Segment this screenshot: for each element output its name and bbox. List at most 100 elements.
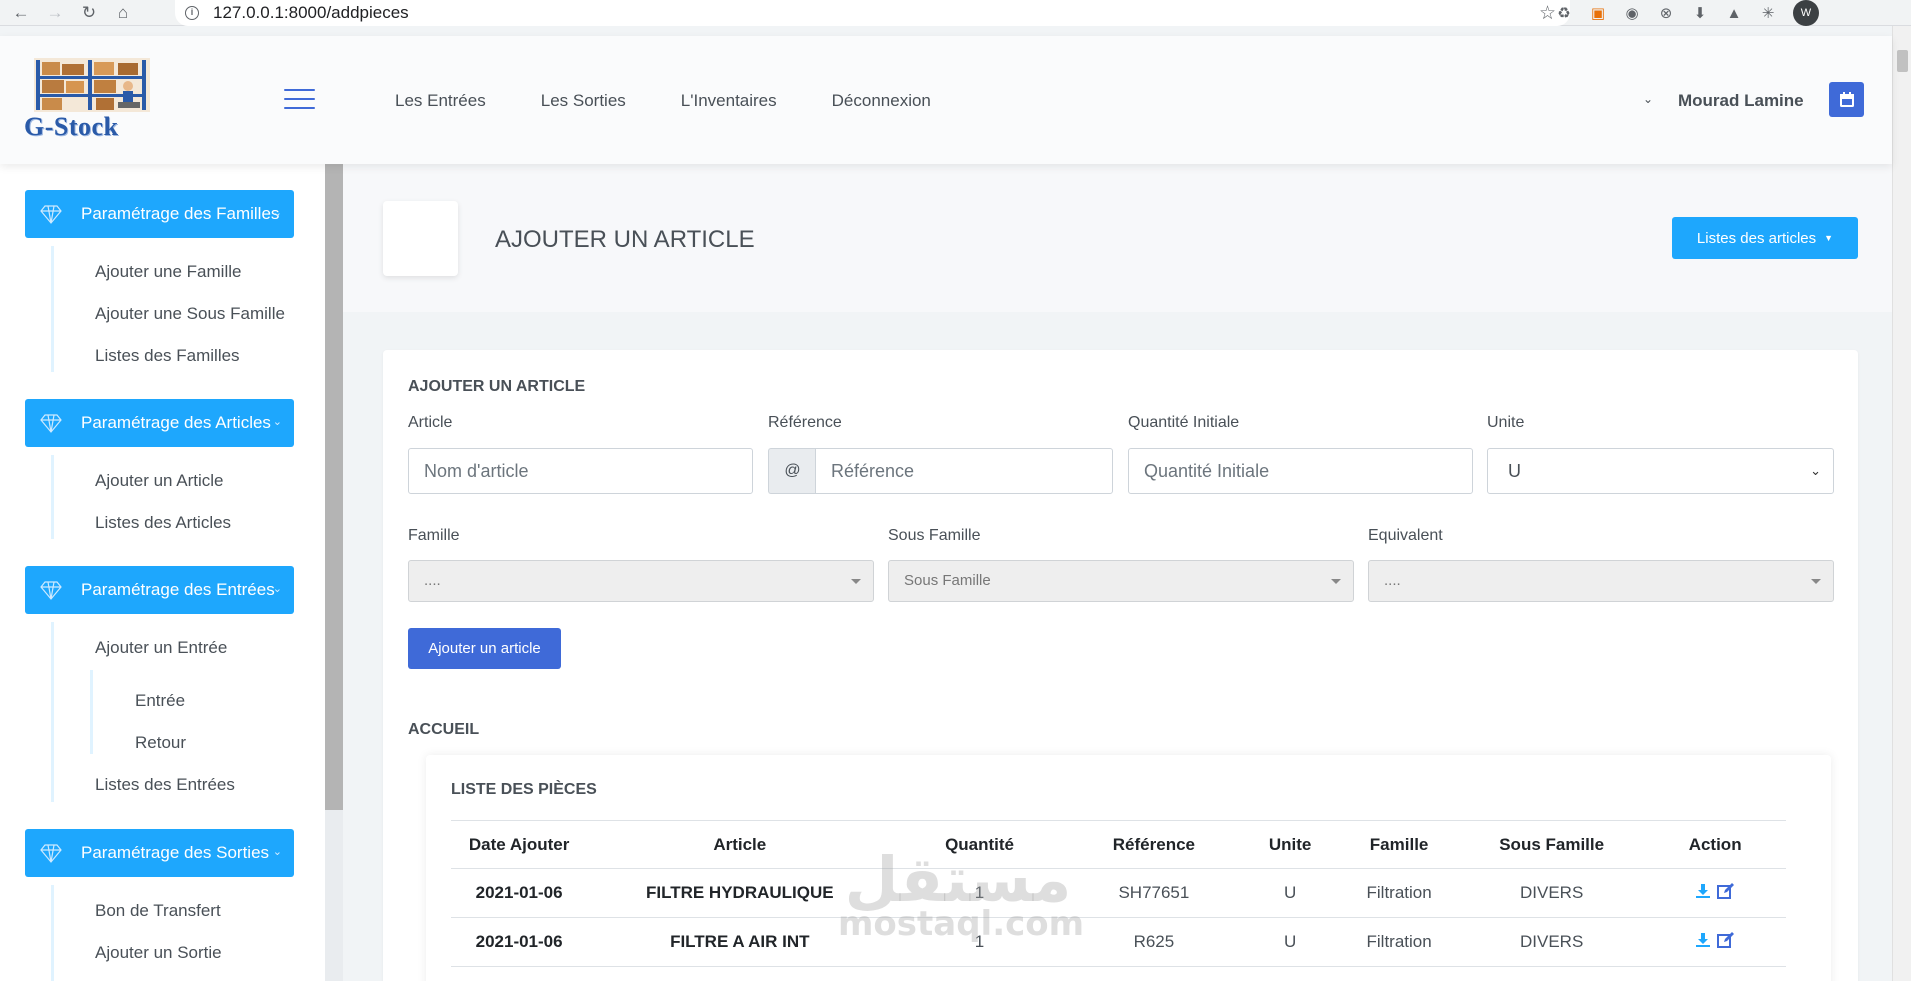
hamburger-menu-icon[interactable] [284, 89, 315, 109]
sidebar-group-sorties[interactable]: Paramétrage des Sorties ⌄ [25, 829, 294, 877]
info-icon[interactable]: i [185, 6, 199, 20]
column-header[interactable]: Unite [1241, 820, 1340, 869]
article-input[interactable] [408, 448, 753, 494]
page-scrollbar[interactable] [1892, 26, 1911, 981]
sidebar-item-bon-transfert[interactable]: Bon de Transfert [95, 901, 221, 921]
sidebar-item-ajouter-famille[interactable]: Ajouter une Famille [95, 262, 241, 282]
user-name[interactable]: Mourad Lamine [1678, 91, 1804, 111]
sidebar-item-listes-familles[interactable]: Listes des Familles [95, 346, 240, 366]
sous-famille-select[interactable]: Sous Famille [888, 560, 1354, 602]
cell-sous-famille: DIVERS [1459, 917, 1645, 967]
cell-actions [1644, 868, 1786, 918]
quantite-input[interactable] [1128, 448, 1473, 494]
sidebar-item-retour[interactable]: Retour [135, 733, 186, 753]
edit-icon[interactable] [1717, 931, 1735, 948]
page-title-icon [383, 201, 458, 276]
sidebar-group-label: Paramétrage des Entrées [81, 580, 275, 599]
column-header[interactable]: Article [587, 820, 893, 869]
cell-article: FILTRE A AIR INT [587, 917, 893, 967]
sidebar-group-familles[interactable]: Paramétrage des Familles ⌄ [25, 190, 294, 238]
back-icon[interactable]: ← [8, 0, 34, 26]
column-header[interactable]: Date Ajouter [451, 820, 588, 869]
sidebar-item-entree[interactable]: Entrée [135, 691, 185, 711]
page-scrollbar-thumb[interactable] [1897, 50, 1908, 72]
column-header[interactable]: Action [1644, 820, 1786, 869]
recycle-icon[interactable]: ♻ [1555, 4, 1573, 22]
reload-icon[interactable]: ↻ [76, 0, 102, 26]
browser-toolbar: ← → ↻ ⌂ i 127.0.0.1:8000/addpieces ☆ ♻ ▣… [0, 0, 1911, 26]
pieces-table: Date Ajouter Article Quantité Référence … [451, 820, 1786, 967]
ajouter-article-button[interactable]: Ajouter un article [408, 628, 561, 669]
sidebar-item-ajouter-sous-famille[interactable]: Ajouter une Sous Famille [95, 304, 285, 324]
chevron-down-icon: ⌄ [272, 583, 282, 595]
cell-date: 2021-01-06 [451, 868, 588, 918]
url-text[interactable]: 127.0.0.1:8000/addpieces [213, 3, 409, 23]
bookmark-star-icon[interactable]: ☆ [1539, 2, 1556, 25]
sidebar-group-label: Paramétrage des Sorties [81, 843, 270, 862]
column-header[interactable]: Quantité [892, 820, 1067, 869]
caret-down-icon: ▼ [1824, 233, 1834, 243]
cell-famille: Filtration [1339, 868, 1460, 918]
page-title: AJOUTER UN ARTICLE [495, 226, 755, 253]
cell-reference: R625 [1066, 917, 1242, 967]
edit-icon[interactable] [1717, 882, 1735, 899]
equivalent-select[interactable]: .... [1368, 560, 1834, 602]
table-header-row: Date Ajouter Article Quantité Référence … [451, 820, 1786, 869]
main-content: AJOUTER UN ARTICLE Listes des articles ▼… [343, 164, 1892, 981]
calendar-button[interactable] [1829, 82, 1864, 117]
puzzle-icon[interactable]: ✳ [1759, 4, 1777, 22]
sidebar-item-ajouter-entree[interactable]: Ajouter un Entrée [95, 638, 227, 658]
sidebar-scrollbar-thumb[interactable] [325, 164, 343, 810]
cell-reference: SH77651 [1066, 868, 1242, 918]
sidebar-tree-line [51, 455, 54, 539]
profile-avatar[interactable]: W [1793, 0, 1819, 26]
download-icon[interactable] [1695, 932, 1711, 948]
home-icon[interactable]: ⌂ [110, 0, 136, 26]
sidebar-scrollbar[interactable] [325, 164, 343, 981]
listes-articles-dropdown-button[interactable]: Listes des articles ▼ [1672, 217, 1858, 259]
sidebar-item-listes-entrees[interactable]: Listes des Entrées [95, 775, 235, 795]
unite-label: Unite [1487, 414, 1525, 431]
page-title-bar: AJOUTER UN ARTICLE Listes des articles ▼ [343, 164, 1892, 312]
column-header[interactable]: Famille [1339, 820, 1460, 869]
sidebar-group-articles[interactable]: Paramétrage des Articles ⌄ [25, 399, 294, 447]
cell-article: FILTRE HYDRAULIQUE [587, 868, 893, 918]
sidebar-group-label: Paramétrage des Familles [81, 204, 280, 223]
nav-inventaires[interactable]: L'Inventaires [681, 91, 777, 111]
form-title: AJOUTER UN ARTICLE [408, 378, 586, 395]
chevron-down-icon: ⌄ [1810, 463, 1821, 478]
close-circle-icon[interactable]: ⊗ [1657, 4, 1675, 22]
sidebar-item-ajouter-article[interactable]: Ajouter un Article [95, 471, 224, 491]
column-header[interactable]: Sous Famille [1459, 820, 1645, 869]
sidebar-group-label: Paramétrage des Articles [81, 413, 271, 432]
layout-icon[interactable]: ▣ [1589, 4, 1607, 22]
cell-unite: U [1241, 917, 1340, 967]
equivalent-label: Equivalent [1368, 527, 1443, 544]
address-bar[interactable]: i 127.0.0.1:8000/addpieces ☆ [175, 0, 1570, 26]
download-icon[interactable] [1695, 883, 1711, 899]
unite-select[interactable]: U ⌄ [1487, 448, 1834, 494]
camera-icon[interactable]: ◉ [1623, 4, 1641, 22]
nav-les-entrees[interactable]: Les Entrées [395, 91, 486, 111]
chevron-down-icon: ⌄ [272, 207, 282, 219]
sous-famille-label: Sous Famille [888, 527, 981, 544]
sidebar-tree-line [90, 670, 93, 754]
chevron-down-icon: ⌄ [272, 416, 282, 428]
column-header[interactable]: Référence [1066, 820, 1242, 869]
diamond-icon [40, 844, 62, 863]
reference-input[interactable] [815, 448, 1113, 494]
sidebar-item-ajouter-sortie[interactable]: Ajouter un Sortie [95, 943, 222, 963]
sidebar-group-entrees[interactable]: Paramétrage des Entrées ⌄ [25, 566, 294, 614]
famille-select[interactable]: .... [408, 560, 874, 602]
vpn-icon[interactable]: ▲ [1725, 4, 1743, 22]
logo[interactable]: G-Stock [24, 52, 164, 148]
famille-value: .... [424, 572, 441, 589]
reference-label: Référence [768, 414, 842, 431]
sidebar-item-listes-articles[interactable]: Listes des Articles [95, 513, 231, 533]
nav-les-sorties[interactable]: Les Sorties [541, 91, 626, 111]
user-menu-chevron-icon[interactable]: ⌄ [1643, 92, 1653, 106]
nav-deconnexion[interactable]: Déconnexion [832, 91, 931, 111]
download-icon[interactable]: ⬇ [1691, 4, 1709, 22]
at-addon: @ [768, 448, 816, 494]
forward-icon[interactable]: → [42, 0, 68, 26]
